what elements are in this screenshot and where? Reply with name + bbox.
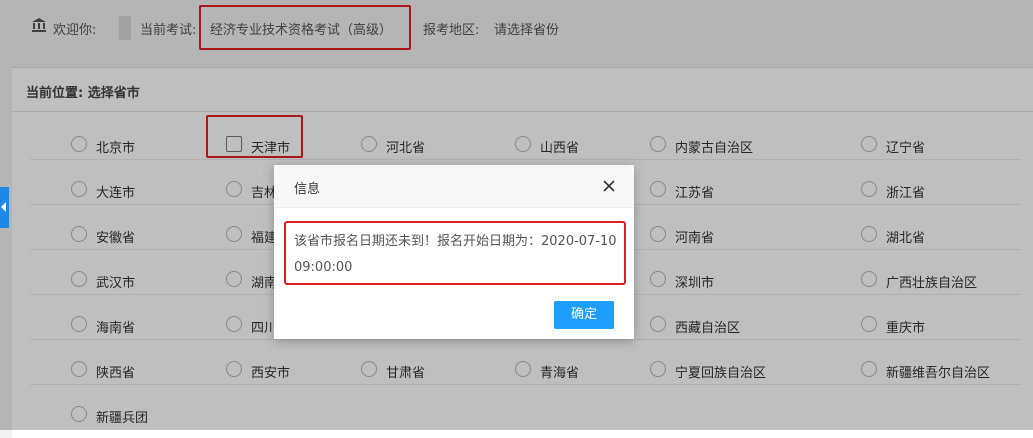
dialog-message: 该省市报名日期还未到！报名开始日期为：2020-07-10 09:00:00 bbox=[294, 234, 617, 275]
close-icon[interactable] bbox=[600, 177, 618, 195]
dialog-title: 信息 bbox=[294, 182, 321, 197]
sidebar-toggle[interactable] bbox=[0, 187, 9, 228]
info-dialog: 信息 该省市报名日期还未到！报名开始日期为：2020-07-10 09:00:0… bbox=[274, 165, 634, 339]
dialog-header: 信息 bbox=[274, 165, 634, 208]
chevron-left-icon bbox=[1, 202, 6, 212]
ok-button[interactable]: 确定 bbox=[554, 301, 614, 329]
